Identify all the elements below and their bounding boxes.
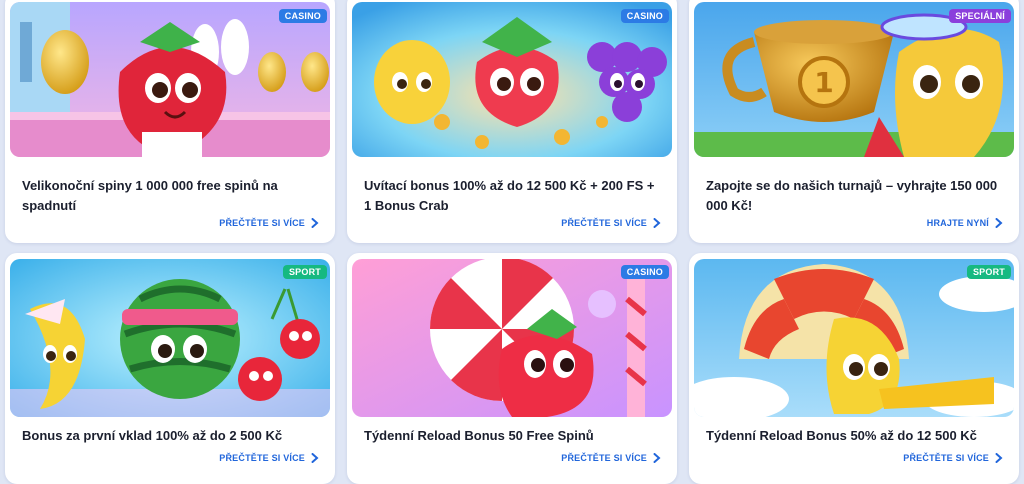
promo-title[interactable]: Týdenní Reload Bonus 50% až do 12 500 Kč	[706, 426, 1001, 446]
promo-title[interactable]: Velikonoční spiny 1 000 000 free spinů n…	[22, 176, 317, 216]
read-more-link[interactable]: PŘEČTĚTE SI VÍCE	[219, 453, 319, 463]
play-now-link[interactable]: HRAJTE NYNÍ	[927, 218, 1003, 228]
promo-image-fruits-trio[interactable]	[352, 2, 672, 157]
category-badge-sport: SPORT	[282, 265, 327, 279]
promo-card-weekly-reload-sport[interactable]: SPORT Týdenní Reload Bonus 50% až do 12 …	[689, 253, 1019, 484]
read-more-link[interactable]: PŘEČTĚTE SI VÍCE	[561, 218, 661, 228]
category-badge-sport: SPORT	[966, 265, 1011, 279]
promo-card-first-deposit[interactable]: SPORT Bonus za první vklad 100% až do 2 …	[5, 253, 335, 484]
promo-title[interactable]: Zapojte se do našich turnajů – vyhrajte …	[706, 176, 1001, 216]
category-badge-casino: CASINO	[620, 265, 669, 279]
promo-image-strawberry-golden-egg[interactable]	[10, 2, 330, 157]
promo-card-tournaments[interactable]: 1 SPECIÁLNÍ Zapojte se do našich turnajů…	[689, 0, 1019, 243]
read-more-link[interactable]: PŘEČTĚTE SI VÍCE	[903, 453, 1003, 463]
read-more-link[interactable]: PŘEČTĚTE SI VÍCE	[219, 218, 319, 228]
cta-label: PŘEČTĚTE SI VÍCE	[561, 218, 647, 228]
promo-card-welcome-bonus[interactable]: CASINO Uvítací bonus 100% až do 12 500 K…	[347, 0, 677, 243]
promo-image-strawberry-candy[interactable]	[352, 259, 672, 417]
category-badge-casino: CASINO	[620, 9, 669, 23]
promo-image-banana-parachute[interactable]	[694, 259, 1014, 417]
chevron-right-icon	[995, 218, 1003, 228]
cta-label: PŘEČTĚTE SI VÍCE	[903, 453, 989, 463]
svg-text:1: 1	[814, 66, 833, 99]
promo-title[interactable]: Bonus za první vklad 100% až do 2 500 Kč	[22, 426, 317, 446]
chevron-right-icon	[653, 218, 661, 228]
promo-image-banana-watermelon-cherries[interactable]	[10, 259, 330, 417]
chevron-right-icon	[995, 453, 1003, 463]
cta-label: HRAJTE NYNÍ	[926, 218, 989, 228]
cta-label: PŘEČTĚTE SI VÍCE	[219, 218, 305, 228]
promo-card-weekly-reload-spins[interactable]: CASINO Týdenní Reload Bonus 50 Free Spin…	[347, 253, 677, 484]
promo-title[interactable]: Uvítací bonus 100% až do 12 500 Kč + 200…	[364, 176, 659, 216]
read-more-link[interactable]: PŘEČTĚTE SI VÍCE	[561, 453, 661, 463]
cta-label: PŘEČTĚTE SI VÍCE	[561, 453, 647, 463]
promotions-grid: CASINO Velikonoční spiny 1 000 000 free …	[0, 0, 1024, 484]
promo-title[interactable]: Týdenní Reload Bonus 50 Free Spinů	[364, 426, 659, 446]
category-badge-special: SPECIÁLNÍ	[949, 9, 1011, 23]
chevron-right-icon	[653, 453, 661, 463]
chevron-right-icon	[311, 453, 319, 463]
promo-card-easter-spins[interactable]: CASINO Velikonoční spiny 1 000 000 free …	[5, 0, 335, 243]
category-badge-casino: CASINO	[278, 9, 327, 23]
promo-image-trophy-banana[interactable]: 1	[694, 2, 1014, 157]
chevron-right-icon	[311, 218, 319, 228]
cta-label: PŘEČTĚTE SI VÍCE	[219, 453, 305, 463]
